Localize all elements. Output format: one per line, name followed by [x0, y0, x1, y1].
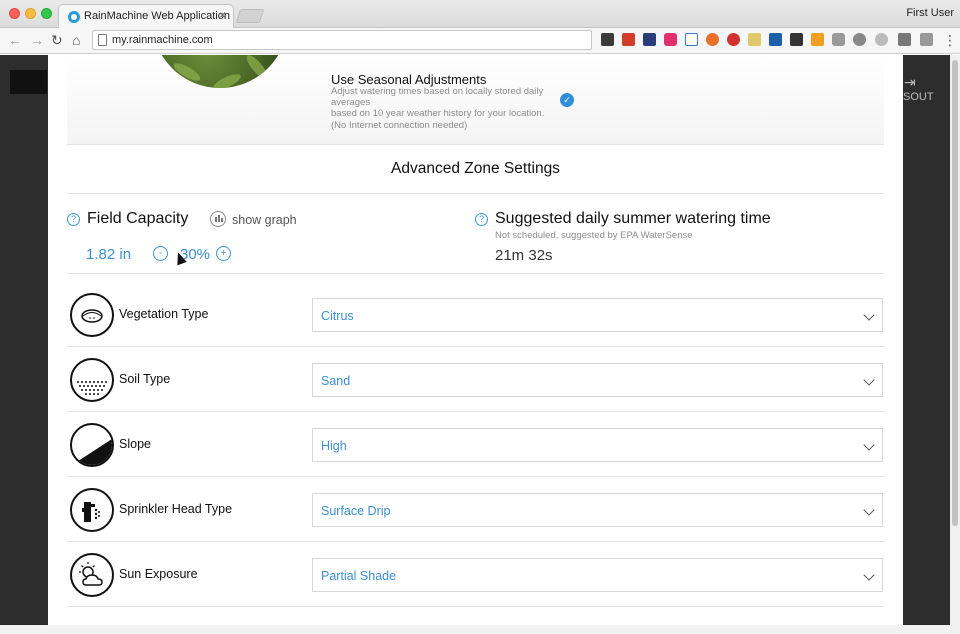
- suggested-watering-value: 21m 32s: [495, 247, 553, 264]
- slope-value: High: [321, 439, 347, 453]
- field-capacity-label: Field Capacity: [87, 210, 189, 227]
- extension-icon[interactable]: [748, 33, 761, 46]
- pocket-save-extension-icon[interactable]: [769, 33, 782, 46]
- setting-row-sprinkler: Sprinkler Head Type Surface Drip: [67, 477, 884, 542]
- zoom-window-button[interactable]: [41, 8, 52, 19]
- extension-icon[interactable]: [898, 33, 911, 46]
- setting-row-vegetation: Vegetation Type Citrus: [67, 282, 884, 347]
- sprinkler-head-type-select[interactable]: Surface Drip: [312, 493, 883, 527]
- suggested-watering-subtitle: Not scheduled, suggested by EPA WaterSen…: [495, 230, 693, 241]
- seasonal-adjustments-title: Use Seasonal Adjustments: [331, 72, 487, 87]
- pocket-extension-icon[interactable]: [790, 33, 803, 46]
- chevron-down-icon: [863, 569, 875, 581]
- soil-type-label: Soil Type: [119, 372, 171, 386]
- chevron-down-icon: [863, 504, 875, 516]
- advanced-zone-settings-title: Advanced Zone Settings: [391, 160, 560, 177]
- suggested-watering-label: Suggested daily summer watering time: [495, 210, 771, 227]
- increase-button[interactable]: +: [216, 246, 231, 261]
- url-text[interactable]: my.rainmachine.com: [112, 34, 213, 46]
- vegetation-icon: [70, 293, 114, 337]
- sun-exposure-label: Sun Exposure: [119, 567, 198, 581]
- field-capacity-help-icon[interactable]: ?: [67, 213, 80, 226]
- menu-icon[interactable]: ⋮: [943, 32, 957, 48]
- chevron-down-icon: [863, 374, 875, 386]
- browser-toolbar: ← → ↻ ⌂ my.rainmachine.com ⋮: [0, 28, 960, 54]
- minimize-window-button[interactable]: [25, 8, 36, 19]
- chevron-down-icon: [863, 439, 875, 451]
- vegetation-type-value: Citrus: [321, 309, 354, 323]
- browser-titlebar: RainMachine Web Application × First User: [0, 0, 960, 29]
- camera-icon[interactable]: [832, 33, 845, 46]
- forward-icon[interactable]: →: [30, 32, 44, 48]
- address-bar[interactable]: my.rainmachine.com: [92, 30, 592, 50]
- slope-icon: [70, 423, 114, 467]
- graph-icon[interactable]: [210, 211, 226, 227]
- zone-photo[interactable]: [152, 55, 288, 88]
- suggested-time-help-icon[interactable]: ?: [475, 213, 488, 226]
- screenshot-extension-icon[interactable]: [685, 33, 698, 46]
- seasonal-adjustments-checkbox[interactable]: ✓: [560, 93, 574, 107]
- background-logo: [10, 70, 47, 94]
- extension-icon[interactable]: [853, 33, 866, 46]
- calendar-extension-icon[interactable]: [622, 33, 635, 46]
- soil-icon: [70, 358, 114, 402]
- new-tab-button[interactable]: [235, 9, 265, 23]
- soil-type-select[interactable]: Sand: [312, 363, 883, 397]
- zone-settings-modal: Use Seasonal Adjustments Adjust watering…: [48, 55, 903, 625]
- vegetation-type-label: Vegetation Type: [119, 307, 209, 321]
- adblock-extension-icon[interactable]: [727, 33, 740, 46]
- divider: [67, 273, 884, 274]
- close-window-button[interactable]: [9, 8, 20, 19]
- tab-close-icon[interactable]: ×: [219, 8, 226, 22]
- sun-exposure-icon: [70, 553, 114, 597]
- profile-name[interactable]: First User: [906, 7, 954, 19]
- rainmachine-favicon-icon: [68, 11, 80, 23]
- reload-icon[interactable]: ↻: [51, 32, 63, 48]
- duckduckgo-extension-icon[interactable]: [706, 33, 719, 46]
- sprinkler-icon: [70, 488, 114, 532]
- page-icon: [98, 34, 107, 46]
- zone-header: Use Seasonal Adjustments Adjust watering…: [67, 55, 884, 145]
- modal-footer-area: [0, 625, 950, 634]
- extension-icon[interactable]: [920, 33, 933, 46]
- setting-row-sun-exposure: Sun Exposure Partial Shade: [67, 542, 884, 607]
- sprinkler-head-type-label: Sprinkler Head Type: [119, 502, 233, 516]
- vegetation-type-select[interactable]: Citrus: [312, 298, 883, 332]
- back-icon[interactable]: ←: [8, 32, 22, 48]
- extension-icon[interactable]: [643, 33, 656, 46]
- camera-extension-icon[interactable]: [664, 33, 677, 46]
- extension-icon[interactable]: [811, 33, 824, 46]
- logout-icon: ⇥: [904, 74, 916, 90]
- sun-exposure-value: Partial Shade: [321, 569, 397, 583]
- browser-tab-active[interactable]: RainMachine Web Application ×: [58, 4, 234, 29]
- soil-type-value: Sand: [321, 374, 351, 388]
- setting-row-soil: Soil Type Sand: [67, 347, 884, 412]
- slope-label: Slope: [119, 437, 151, 451]
- show-graph-link[interactable]: show graph: [232, 213, 297, 227]
- home-icon[interactable]: ⌂: [72, 32, 80, 48]
- seasonal-adjustments-description: Adjust watering times based on locally s…: [331, 86, 545, 131]
- extension-icon[interactable]: [601, 33, 614, 46]
- chevron-down-icon: [863, 309, 875, 321]
- field-capacity-value: 1.82 in: [86, 246, 132, 263]
- extension-icon[interactable]: [875, 33, 888, 46]
- setting-row-slope: Slope High: [67, 412, 884, 477]
- divider: [67, 193, 884, 194]
- tab-title: RainMachine Web Application: [84, 10, 230, 22]
- logout-label: SOUT: [903, 91, 934, 103]
- scrollbar-thumb[interactable]: [952, 60, 958, 526]
- slope-select[interactable]: High: [312, 428, 883, 462]
- sun-exposure-select[interactable]: Partial Shade: [312, 558, 883, 592]
- sprinkler-head-type-value: Surface Drip: [321, 504, 391, 518]
- decrease-button[interactable]: -: [153, 246, 168, 261]
